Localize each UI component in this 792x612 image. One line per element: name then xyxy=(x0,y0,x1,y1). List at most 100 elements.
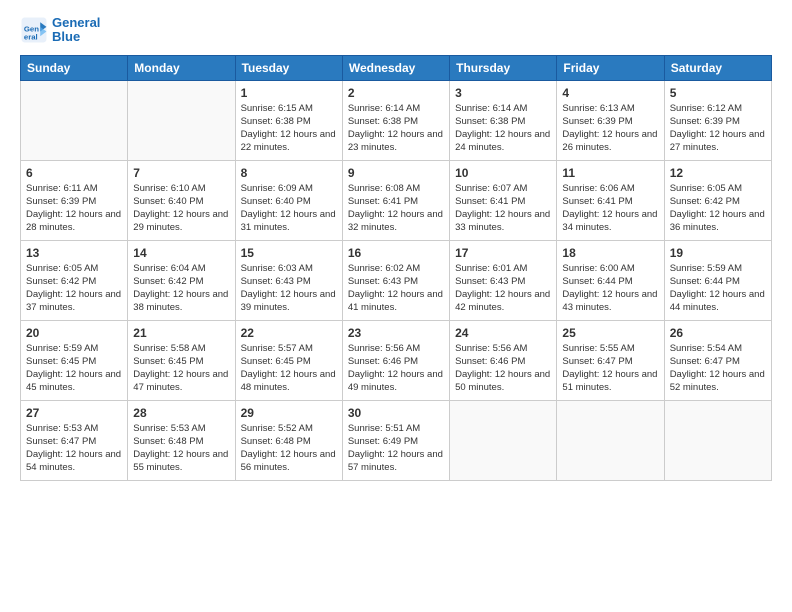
day-number: 2 xyxy=(348,85,444,102)
col-header-friday: Friday xyxy=(557,55,664,80)
day-cell xyxy=(557,400,664,480)
day-cell xyxy=(21,80,128,160)
day-cell: 18Sunrise: 6:00 AM Sunset: 6:44 PM Dayli… xyxy=(557,240,664,320)
week-row-1: 1Sunrise: 6:15 AM Sunset: 6:38 PM Daylig… xyxy=(21,80,772,160)
day-number: 7 xyxy=(133,165,229,182)
svg-text:eral: eral xyxy=(24,33,38,42)
day-info: Sunrise: 6:02 AM Sunset: 6:43 PM Dayligh… xyxy=(348,263,444,314)
day-number: 15 xyxy=(241,245,337,262)
day-number: 10 xyxy=(455,165,551,182)
day-info: Sunrise: 6:06 AM Sunset: 6:41 PM Dayligh… xyxy=(562,183,658,234)
day-number: 20 xyxy=(26,325,122,342)
day-info: Sunrise: 5:56 AM Sunset: 6:46 PM Dayligh… xyxy=(455,343,551,394)
day-info: Sunrise: 5:53 AM Sunset: 6:47 PM Dayligh… xyxy=(26,423,122,474)
week-row-3: 13Sunrise: 6:05 AM Sunset: 6:42 PM Dayli… xyxy=(21,240,772,320)
day-number: 25 xyxy=(562,325,658,342)
day-info: Sunrise: 6:12 AM Sunset: 6:39 PM Dayligh… xyxy=(670,103,766,154)
day-number: 28 xyxy=(133,405,229,422)
day-info: Sunrise: 6:14 AM Sunset: 6:38 PM Dayligh… xyxy=(455,103,551,154)
day-info: Sunrise: 6:08 AM Sunset: 6:41 PM Dayligh… xyxy=(348,183,444,234)
day-info: Sunrise: 6:03 AM Sunset: 6:43 PM Dayligh… xyxy=(241,263,337,314)
day-cell xyxy=(128,80,235,160)
day-number: 14 xyxy=(133,245,229,262)
day-number: 5 xyxy=(670,85,766,102)
day-cell: 2Sunrise: 6:14 AM Sunset: 6:38 PM Daylig… xyxy=(342,80,449,160)
day-cell: 5Sunrise: 6:12 AM Sunset: 6:39 PM Daylig… xyxy=(664,80,771,160)
day-cell: 10Sunrise: 6:07 AM Sunset: 6:41 PM Dayli… xyxy=(450,160,557,240)
day-cell: 4Sunrise: 6:13 AM Sunset: 6:39 PM Daylig… xyxy=(557,80,664,160)
day-info: Sunrise: 6:15 AM Sunset: 6:38 PM Dayligh… xyxy=(241,103,337,154)
day-cell: 20Sunrise: 5:59 AM Sunset: 6:45 PM Dayli… xyxy=(21,320,128,400)
day-number: 27 xyxy=(26,405,122,422)
day-info: Sunrise: 5:56 AM Sunset: 6:46 PM Dayligh… xyxy=(348,343,444,394)
day-info: Sunrise: 6:10 AM Sunset: 6:40 PM Dayligh… xyxy=(133,183,229,234)
day-cell: 27Sunrise: 5:53 AM Sunset: 6:47 PM Dayli… xyxy=(21,400,128,480)
day-cell: 26Sunrise: 5:54 AM Sunset: 6:47 PM Dayli… xyxy=(664,320,771,400)
col-header-monday: Monday xyxy=(128,55,235,80)
col-header-saturday: Saturday xyxy=(664,55,771,80)
day-number: 9 xyxy=(348,165,444,182)
day-cell: 25Sunrise: 5:55 AM Sunset: 6:47 PM Dayli… xyxy=(557,320,664,400)
page: Gen eral General Blue SundayMondayTuesda… xyxy=(0,0,792,612)
day-number: 11 xyxy=(562,165,658,182)
day-cell xyxy=(664,400,771,480)
day-cell: 30Sunrise: 5:51 AM Sunset: 6:49 PM Dayli… xyxy=(342,400,449,480)
day-number: 26 xyxy=(670,325,766,342)
logo-text: General Blue xyxy=(52,16,100,45)
day-number: 6 xyxy=(26,165,122,182)
week-row-2: 6Sunrise: 6:11 AM Sunset: 6:39 PM Daylig… xyxy=(21,160,772,240)
day-number: 19 xyxy=(670,245,766,262)
logo-icon: Gen eral xyxy=(20,16,48,44)
day-number: 29 xyxy=(241,405,337,422)
day-info: Sunrise: 6:00 AM Sunset: 6:44 PM Dayligh… xyxy=(562,263,658,314)
day-info: Sunrise: 6:09 AM Sunset: 6:40 PM Dayligh… xyxy=(241,183,337,234)
day-info: Sunrise: 6:05 AM Sunset: 6:42 PM Dayligh… xyxy=(670,183,766,234)
day-cell: 9Sunrise: 6:08 AM Sunset: 6:41 PM Daylig… xyxy=(342,160,449,240)
day-number: 1 xyxy=(241,85,337,102)
col-header-sunday: Sunday xyxy=(21,55,128,80)
day-number: 13 xyxy=(26,245,122,262)
day-cell: 29Sunrise: 5:52 AM Sunset: 6:48 PM Dayli… xyxy=(235,400,342,480)
day-cell: 21Sunrise: 5:58 AM Sunset: 6:45 PM Dayli… xyxy=(128,320,235,400)
day-cell: 14Sunrise: 6:04 AM Sunset: 6:42 PM Dayli… xyxy=(128,240,235,320)
day-cell: 3Sunrise: 6:14 AM Sunset: 6:38 PM Daylig… xyxy=(450,80,557,160)
day-number: 23 xyxy=(348,325,444,342)
day-cell: 15Sunrise: 6:03 AM Sunset: 6:43 PM Dayli… xyxy=(235,240,342,320)
day-cell: 28Sunrise: 5:53 AM Sunset: 6:48 PM Dayli… xyxy=(128,400,235,480)
day-cell: 13Sunrise: 6:05 AM Sunset: 6:42 PM Dayli… xyxy=(21,240,128,320)
calendar-header-row: SundayMondayTuesdayWednesdayThursdayFrid… xyxy=(21,55,772,80)
day-number: 30 xyxy=(348,405,444,422)
day-number: 12 xyxy=(670,165,766,182)
day-info: Sunrise: 5:59 AM Sunset: 6:44 PM Dayligh… xyxy=(670,263,766,314)
day-info: Sunrise: 6:01 AM Sunset: 6:43 PM Dayligh… xyxy=(455,263,551,314)
day-cell: 1Sunrise: 6:15 AM Sunset: 6:38 PM Daylig… xyxy=(235,80,342,160)
col-header-tuesday: Tuesday xyxy=(235,55,342,80)
day-info: Sunrise: 5:52 AM Sunset: 6:48 PM Dayligh… xyxy=(241,423,337,474)
week-row-5: 27Sunrise: 5:53 AM Sunset: 6:47 PM Dayli… xyxy=(21,400,772,480)
day-cell: 6Sunrise: 6:11 AM Sunset: 6:39 PM Daylig… xyxy=(21,160,128,240)
day-info: Sunrise: 6:13 AM Sunset: 6:39 PM Dayligh… xyxy=(562,103,658,154)
day-number: 16 xyxy=(348,245,444,262)
day-number: 21 xyxy=(133,325,229,342)
day-number: 17 xyxy=(455,245,551,262)
day-cell xyxy=(450,400,557,480)
day-info: Sunrise: 5:57 AM Sunset: 6:45 PM Dayligh… xyxy=(241,343,337,394)
logo: Gen eral General Blue xyxy=(20,16,100,45)
day-number: 4 xyxy=(562,85,658,102)
day-info: Sunrise: 6:04 AM Sunset: 6:42 PM Dayligh… xyxy=(133,263,229,314)
day-info: Sunrise: 5:59 AM Sunset: 6:45 PM Dayligh… xyxy=(26,343,122,394)
day-info: Sunrise: 5:53 AM Sunset: 6:48 PM Dayligh… xyxy=(133,423,229,474)
col-header-wednesday: Wednesday xyxy=(342,55,449,80)
day-cell: 17Sunrise: 6:01 AM Sunset: 6:43 PM Dayli… xyxy=(450,240,557,320)
day-info: Sunrise: 5:55 AM Sunset: 6:47 PM Dayligh… xyxy=(562,343,658,394)
day-cell: 24Sunrise: 5:56 AM Sunset: 6:46 PM Dayli… xyxy=(450,320,557,400)
day-info: Sunrise: 6:05 AM Sunset: 6:42 PM Dayligh… xyxy=(26,263,122,314)
day-number: 8 xyxy=(241,165,337,182)
col-header-thursday: Thursday xyxy=(450,55,557,80)
day-cell: 12Sunrise: 6:05 AM Sunset: 6:42 PM Dayli… xyxy=(664,160,771,240)
day-cell: 7Sunrise: 6:10 AM Sunset: 6:40 PM Daylig… xyxy=(128,160,235,240)
day-cell: 11Sunrise: 6:06 AM Sunset: 6:41 PM Dayli… xyxy=(557,160,664,240)
header: Gen eral General Blue xyxy=(20,16,772,45)
calendar-table: SundayMondayTuesdayWednesdayThursdayFrid… xyxy=(20,55,772,481)
day-cell: 8Sunrise: 6:09 AM Sunset: 6:40 PM Daylig… xyxy=(235,160,342,240)
